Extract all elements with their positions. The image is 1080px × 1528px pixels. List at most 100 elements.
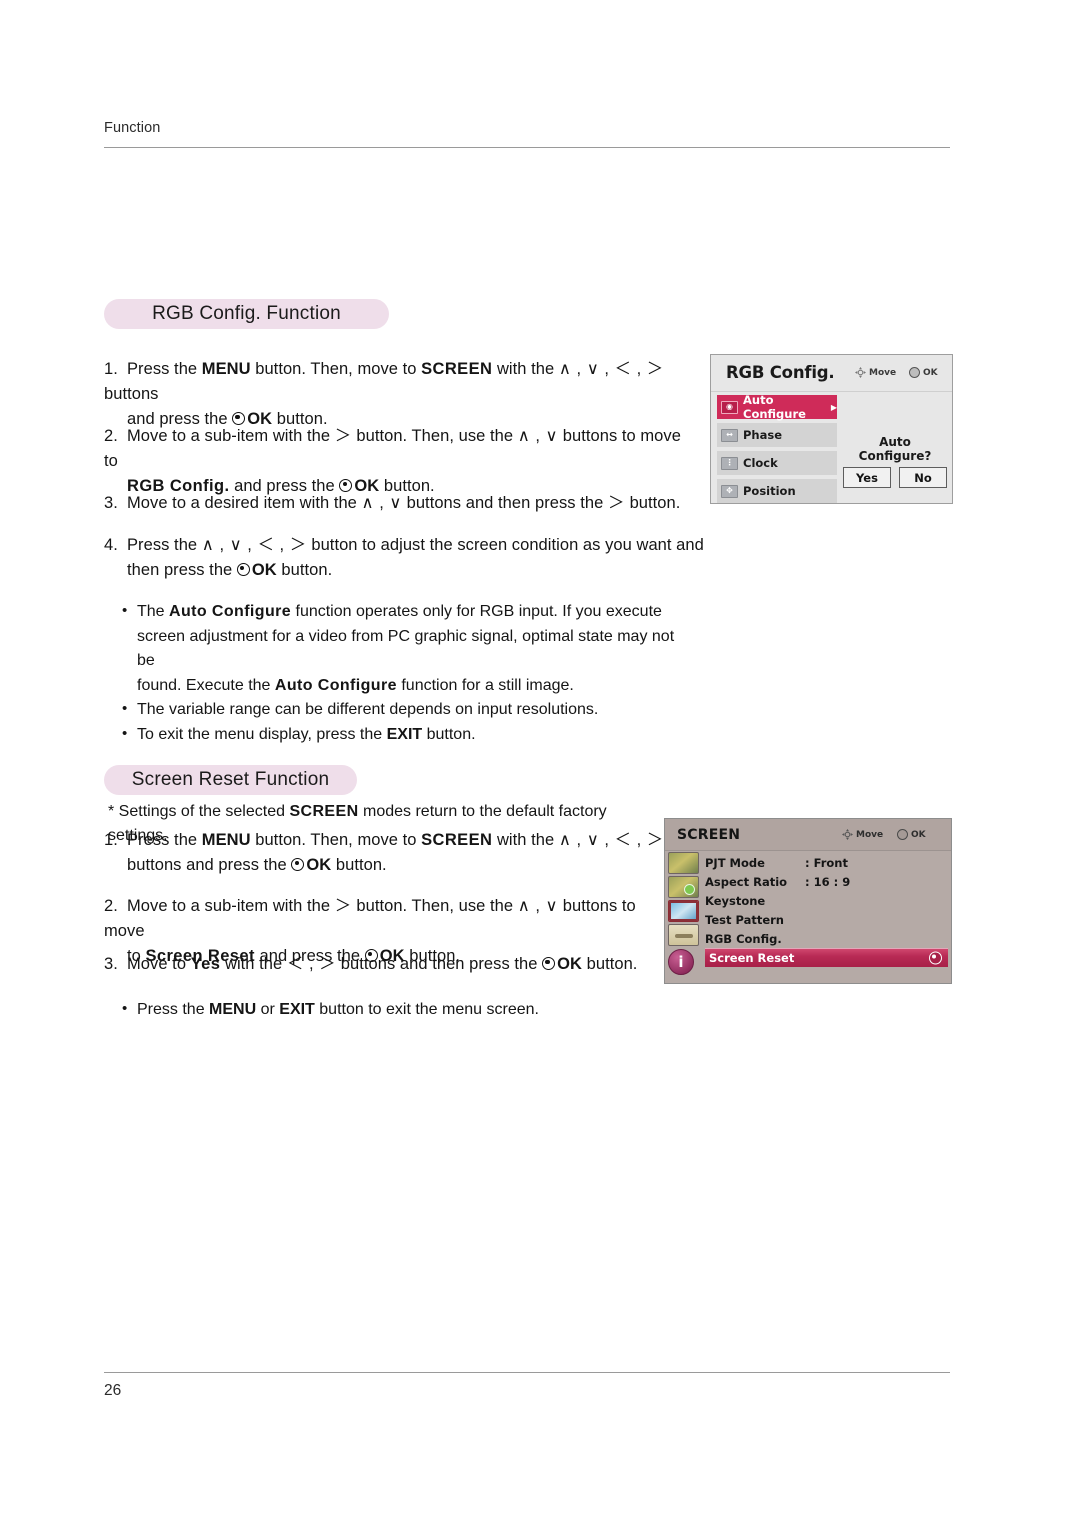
clock-icon: ⋮ (721, 456, 738, 470)
arrow-keys-glyphs: ∧ , ∨ , ＜ , ＞ (201, 536, 307, 554)
arrow-keys-glyphs: ∧ , ∨ , ＜ , ＞ (558, 831, 664, 849)
ok-button-icon (236, 563, 250, 576)
osd-rgb-confirm-buttons: Yes No (843, 467, 947, 488)
screen-keyword: SCREEN (289, 803, 359, 820)
osd-rgb-config-title: RGB Config. (726, 363, 835, 382)
selected-radio-icon (929, 951, 942, 965)
information-icon[interactable]: i (668, 949, 694, 975)
osd-rgb-config-header: RGB Config. Move OK (711, 355, 952, 392)
osd-rgb-item-auto-configure[interactable]: ◉ Auto Configure ▶ (717, 393, 837, 421)
rgb-step-2-text-a: Move to a sub-item with the (127, 427, 335, 445)
osd-screen-row-aspect-ratio[interactable]: Aspect Ratio : 16 : 9 (705, 872, 948, 891)
osd-rgb-item-position-label: Position (743, 484, 796, 498)
reset-step-1-number: 1. (104, 831, 118, 849)
picture-icon[interactable] (668, 852, 699, 874)
page-number: 26 (104, 1382, 122, 1399)
rgb-step-4: 4. Press the ∧ , ∨ , ＜ , ＞ button to adju… (104, 533, 704, 583)
reset-step-1-line2: buttons and press the OK button. (104, 853, 664, 878)
osd-rgb-confirm-pane: Auto Configure? Yes No (843, 395, 947, 499)
updown-arrow-glyphs: ∧ , ∨ (517, 897, 559, 915)
position-icon: ✥ (721, 484, 738, 498)
section-banner-screen-reset: Screen Reset Function (104, 765, 357, 795)
no-button[interactable]: No (899, 467, 947, 488)
screen-icon[interactable] (668, 900, 699, 922)
osd-screen-hint-move-label: Move (856, 829, 884, 840)
osd-screen-row-list: PJT Mode : Front Aspect Ratio : 16 : 9 K… (705, 853, 948, 967)
screen-keyword: SCREEN (421, 831, 493, 849)
auto-configure-icon: ◉ (721, 400, 738, 414)
osd-rgb-item-auto-configure-label: Auto Configure (743, 393, 806, 421)
screen-reset-note-e: button to exit the menu screen. (314, 1001, 539, 1018)
osd-screen-row-keystone[interactable]: Keystone (705, 891, 948, 910)
screen-keyword: SCREEN (421, 360, 493, 378)
screen-reset-note-a: Press the (137, 1001, 210, 1018)
exit-keyword: EXIT (386, 725, 423, 743)
osd-rgb-item-position[interactable]: ✥ Position (717, 479, 837, 503)
osd-screen-row-keystone-label: Keystone (705, 893, 766, 908)
section-banner-screen-reset-label: Screen Reset Function (131, 769, 330, 790)
rgb-step-3-text-a: Move to a desired item with the (127, 494, 362, 512)
osd-screen-row-screen-reset-label: Screen Reset (709, 951, 795, 965)
osd-screen-row-test-pattern-label: Test Pattern (705, 912, 784, 927)
reset-step-2-text-c: button. Then, use the (351, 897, 518, 915)
osd-screen-row-pjt-mode[interactable]: PJT Mode : Front (705, 853, 948, 872)
rgb-step-4-text-f: button. (276, 561, 333, 579)
rgb-step-4-line2: then press the OK button. (104, 558, 704, 583)
reset-step-2-number: 2. (104, 897, 118, 915)
rgb-step-1-text-c: button. Then, move to (250, 360, 422, 378)
ok-keyword: OK (557, 955, 582, 973)
leftright-arrow-glyphs: ＜ , ＞ (286, 955, 337, 973)
ok-circle-icon (897, 829, 908, 840)
reset-step-1-text-e: with the (492, 831, 559, 849)
rgb-note-3: To exit the menu display, press the EXIT… (120, 722, 680, 748)
rgb-step-3-text-c: buttons and then press the (401, 494, 608, 512)
rgb-step-2: 2. Move to a sub-item with the ＞ button. … (104, 424, 684, 499)
reset-step-2-text-a: Move to a sub-item with the (127, 897, 335, 915)
updown-arrow-glyphs: ∧ , ∨ (361, 494, 402, 512)
section-banner-rgb-config-label: RGB Config. Function (152, 303, 341, 324)
osd-rgb-hint-ok-label: OK (923, 367, 938, 378)
chevron-right-icon: ▶ (830, 402, 837, 412)
footer-rule (104, 1372, 950, 1373)
rgb-note-1-g: function for a still image. (396, 676, 574, 694)
yes-button[interactable]: Yes (843, 467, 891, 488)
osd-rgb-item-phase[interactable]: ↔ Phase (717, 423, 837, 447)
rgb-step-2-text-c: button. Then, use the (351, 427, 518, 445)
osd-screen-sidebar-icons: i (668, 852, 702, 977)
rgb-step-1-text-e: with the (492, 360, 559, 378)
rgb-step-4-number: 4. (104, 536, 118, 554)
osd-rgb-config-panel: RGB Config. Move OK ◉ Auto Configure ▶ ↔… (710, 354, 953, 504)
ok-keyword: OK (306, 856, 332, 874)
reset-step-1-text-i: button. (331, 856, 387, 874)
updown-arrow-glyphs: ∧ , ∨ (517, 427, 559, 445)
osd-screen-row-aspect-ratio-label: Aspect Ratio (705, 874, 788, 889)
reset-step-1: 1. Press the MENU button. Then, move to S… (104, 828, 664, 878)
auto-configure-keyword: Auto Configure (169, 603, 292, 620)
osd-rgb-confirm-question: Auto Configure? (858, 435, 932, 463)
osd-rgb-item-clock[interactable]: ⋮ Clock (717, 451, 837, 475)
ok-button-icon (291, 858, 305, 871)
osd-rgb-item-list: ◉ Auto Configure ▶ ↔ Phase ⋮ Clock ✥ Pos… (717, 393, 837, 507)
reset-step-3-text-e: buttons and then press the (336, 955, 543, 973)
exit-keyword: EXIT (279, 1001, 315, 1018)
right-arrow-glyph: ＞ (607, 494, 625, 512)
rgb-note-3-c: button. (422, 725, 476, 743)
osd-screen-row-aspect-ratio-value: : 16 : 9 (805, 874, 851, 889)
picture-plus-icon[interactable] (668, 876, 699, 898)
rgb-step-1-text-g: buttons (104, 385, 159, 403)
screen-reset-note-line: Press the MENU or EXIT button to exit th… (120, 997, 680, 1023)
osd-screen-row-rgb-config[interactable]: RGB Config. (705, 929, 948, 948)
rgb-step-4-text-c: button to adjust the screen condition as… (306, 536, 704, 554)
dpad-icon (855, 367, 866, 378)
osd-screen-row-screen-reset[interactable]: Screen Reset (705, 948, 948, 967)
toolbox-icon[interactable] (668, 924, 699, 946)
osd-rgb-item-phase-label: Phase (743, 428, 783, 442)
rgb-step-3-text-e: button. (624, 494, 681, 512)
rgb-note-2-a: The variable range can be different depe… (137, 701, 599, 718)
osd-screen-title: SCREEN (677, 827, 741, 843)
osd-rgb-hint-ok: OK (909, 367, 938, 378)
osd-screen-row-rgb-config-label: RGB Config. (705, 931, 782, 946)
osd-screen-row-test-pattern[interactable]: Test Pattern (705, 910, 948, 929)
reset-step-3-number: 3. (104, 955, 118, 973)
menu-keyword: MENU (209, 1001, 257, 1018)
